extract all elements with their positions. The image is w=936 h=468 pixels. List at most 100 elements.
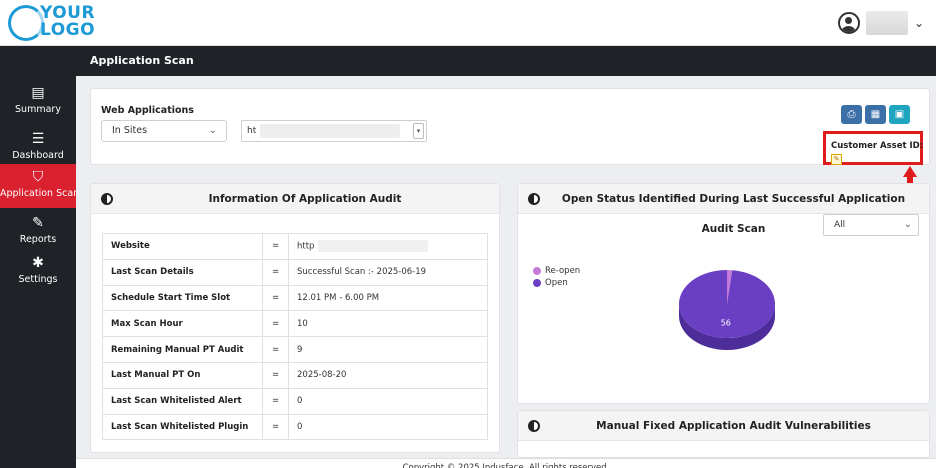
page-title: Application Scan [76, 46, 936, 76]
audit-separator: = [262, 258, 289, 286]
calendar-button[interactable]: ▣ [889, 105, 910, 124]
legend-label: Re-open [545, 266, 581, 276]
audit-key: Last Scan Details [102, 258, 263, 286]
footer: Copyright © 2025 Indusface. All rights r… [76, 458, 936, 468]
audit-value: http [288, 233, 488, 260]
audit-info-title: Information Of Application Audit [208, 193, 402, 205]
sidebar-item-label: Dashboard [12, 150, 64, 161]
open-status-header: Open Status Identified During Last Succe… [518, 184, 929, 235]
sidebar-item-label: Summary [15, 104, 61, 115]
audit-value: 0 [288, 413, 488, 441]
status-filter-select[interactable]: All ⌄ [823, 214, 919, 236]
customer-asset-id-label: Customer Asset ID: [831, 141, 924, 151]
chevron-down-icon[interactable]: ⌄ [914, 16, 924, 30]
audit-value-text: 10 [297, 318, 308, 329]
edit-icon: ✎ [32, 215, 44, 231]
sidebar-item-application-scan[interactable]: ⛉ Application Scan [0, 164, 79, 208]
document-search-icon: ⎙ [847, 109, 856, 120]
audit-value: 2025-08-20 [288, 361, 488, 389]
web-applications-label: Web Applications [101, 105, 194, 116]
sidebar-item-settings[interactable]: ✱ Settings [0, 250, 76, 294]
chevron-down-icon: ⌄ [903, 219, 912, 230]
table-row: Max Scan Hour = 10 [102, 310, 488, 338]
open-status-pie-chart: 56 [679, 270, 775, 350]
top-header: YOUR LOGO ⌄ [0, 0, 936, 46]
summary-icon: ▤ [31, 85, 45, 101]
sidebar-item-reports[interactable]: ✎ Reports [0, 210, 76, 254]
legend-swatch [533, 267, 541, 275]
manual-fixed-card: Manual Fixed Application Audit Vulnerabi… [517, 410, 930, 458]
site-type-select[interactable]: In Sites ⌄ [101, 120, 227, 142]
dashboard-icon: ☰ [31, 131, 45, 147]
audit-separator: = [262, 310, 289, 338]
sidebar-item-label: Reports [19, 234, 57, 245]
logo-line-2: LOGO [40, 20, 96, 40]
shield-icon: ⛉ [32, 169, 44, 185]
user-name-redacted[interactable] [865, 11, 908, 35]
user-menu[interactable]: ⌄ [837, 10, 924, 36]
legend-item-open[interactable]: Open [533, 278, 568, 288]
audit-separator: = [262, 336, 289, 363]
audit-separator: = [262, 284, 289, 312]
pie-data-label: 56 [721, 319, 731, 328]
sidebar-item-label: Settings [18, 274, 58, 285]
table-row: Last Scan Details = Successful Scan :- 202… [102, 258, 488, 286]
status-filter-value: All [834, 220, 846, 230]
url-redacted [260, 124, 400, 138]
legend-label: Open [545, 278, 568, 288]
audit-separator: = [262, 413, 289, 441]
audit-value: 10 [288, 310, 488, 338]
table-row: Website = http [102, 233, 488, 260]
sidebar: ▤ Summary ☰ Dashboard ⛉ Application Scan… [0, 46, 79, 468]
table-row: Last Scan Whitelisted Plugin = 0 [102, 413, 488, 441]
audit-value-text: 12.01 PM - 6.00 PM [297, 292, 380, 303]
logo-ring-icon [8, 5, 44, 41]
audit-key: Schedule Start Time Slot [102, 284, 263, 312]
site-type-value: In Sites [112, 125, 148, 136]
report-list-button[interactable]: ▦ [865, 105, 886, 124]
audit-key: Last Manual PT On [102, 361, 263, 389]
dropdown-arrow-icon: ▾ [413, 123, 424, 139]
audit-value-text: Successful Scan :- 2025-06-19 [297, 267, 427, 278]
manual-fixed-header: Manual Fixed Application Audit Vulnerabi… [518, 411, 929, 441]
sidebar-item-summary[interactable]: ▤ Summary [0, 80, 76, 124]
company-logo[interactable]: YOUR LOGO [8, 4, 95, 42]
audit-separator: = [262, 361, 289, 389]
audit-separator: = [262, 233, 289, 260]
audit-key: Last Scan Whitelisted Plugin [102, 413, 263, 441]
application-url-value: ht [247, 126, 257, 136]
audit-key: Max Scan Hour [102, 310, 263, 338]
calendar-icon: ▣ [894, 109, 905, 120]
open-status-card: Open Status Identified During Last Succe… [517, 183, 930, 404]
audit-key: Remaining Manual PT Audit [102, 336, 263, 363]
url-redacted [318, 240, 429, 253]
user-avatar-icon[interactable] [837, 12, 860, 34]
customer-asset-id: Customer Asset ID: ✎ [831, 139, 929, 167]
audit-value: 9 [288, 336, 488, 363]
audit-value-text: 9 [297, 344, 303, 355]
audit-info-header: Information Of Application Audit [91, 184, 499, 214]
audit-key: Website [102, 233, 263, 260]
filter-card: Web Applications In Sites ⌄ ht ▾ ⎙ ▦ ▣ C… [90, 88, 930, 165]
table-row: Schedule Start Time Slot = 12.01 PM - 6.00… [102, 284, 488, 312]
half-circle-icon [528, 193, 540, 205]
audit-key: Last Scan Whitelisted Alert [102, 387, 263, 415]
audit-value-text: 0 [297, 421, 303, 432]
audit-value: 0 [288, 387, 488, 415]
audit-value-text: 0 [297, 396, 303, 407]
audit-value-text: http [297, 241, 315, 252]
table-row: Last Scan Whitelisted Alert = 0 [102, 387, 488, 415]
audit-info-table: Website = http Last Scan Details = Successful… [102, 233, 488, 441]
table-row: Remaining Manual PT Audit = 9 [102, 336, 488, 363]
pie-slice-open[interactable] [679, 270, 775, 338]
audit-info-card: Information Of Application Audit Website… [90, 183, 500, 453]
document-list-icon: ▦ [870, 109, 881, 120]
gear-icon: ✱ [32, 255, 44, 271]
audit-value-text: 2025-08-20 [297, 370, 347, 381]
edit-note-icon[interactable]: ✎ [831, 154, 842, 165]
scan-report-button[interactable]: ⎙ [841, 105, 862, 124]
legend-item-reopen[interactable]: Re-open [533, 266, 580, 276]
application-url-select[interactable]: ht ▾ [241, 120, 427, 142]
logo-text: YOUR LOGO [40, 5, 95, 39]
audit-value: Successful Scan :- 2025-06-19 [288, 258, 488, 286]
